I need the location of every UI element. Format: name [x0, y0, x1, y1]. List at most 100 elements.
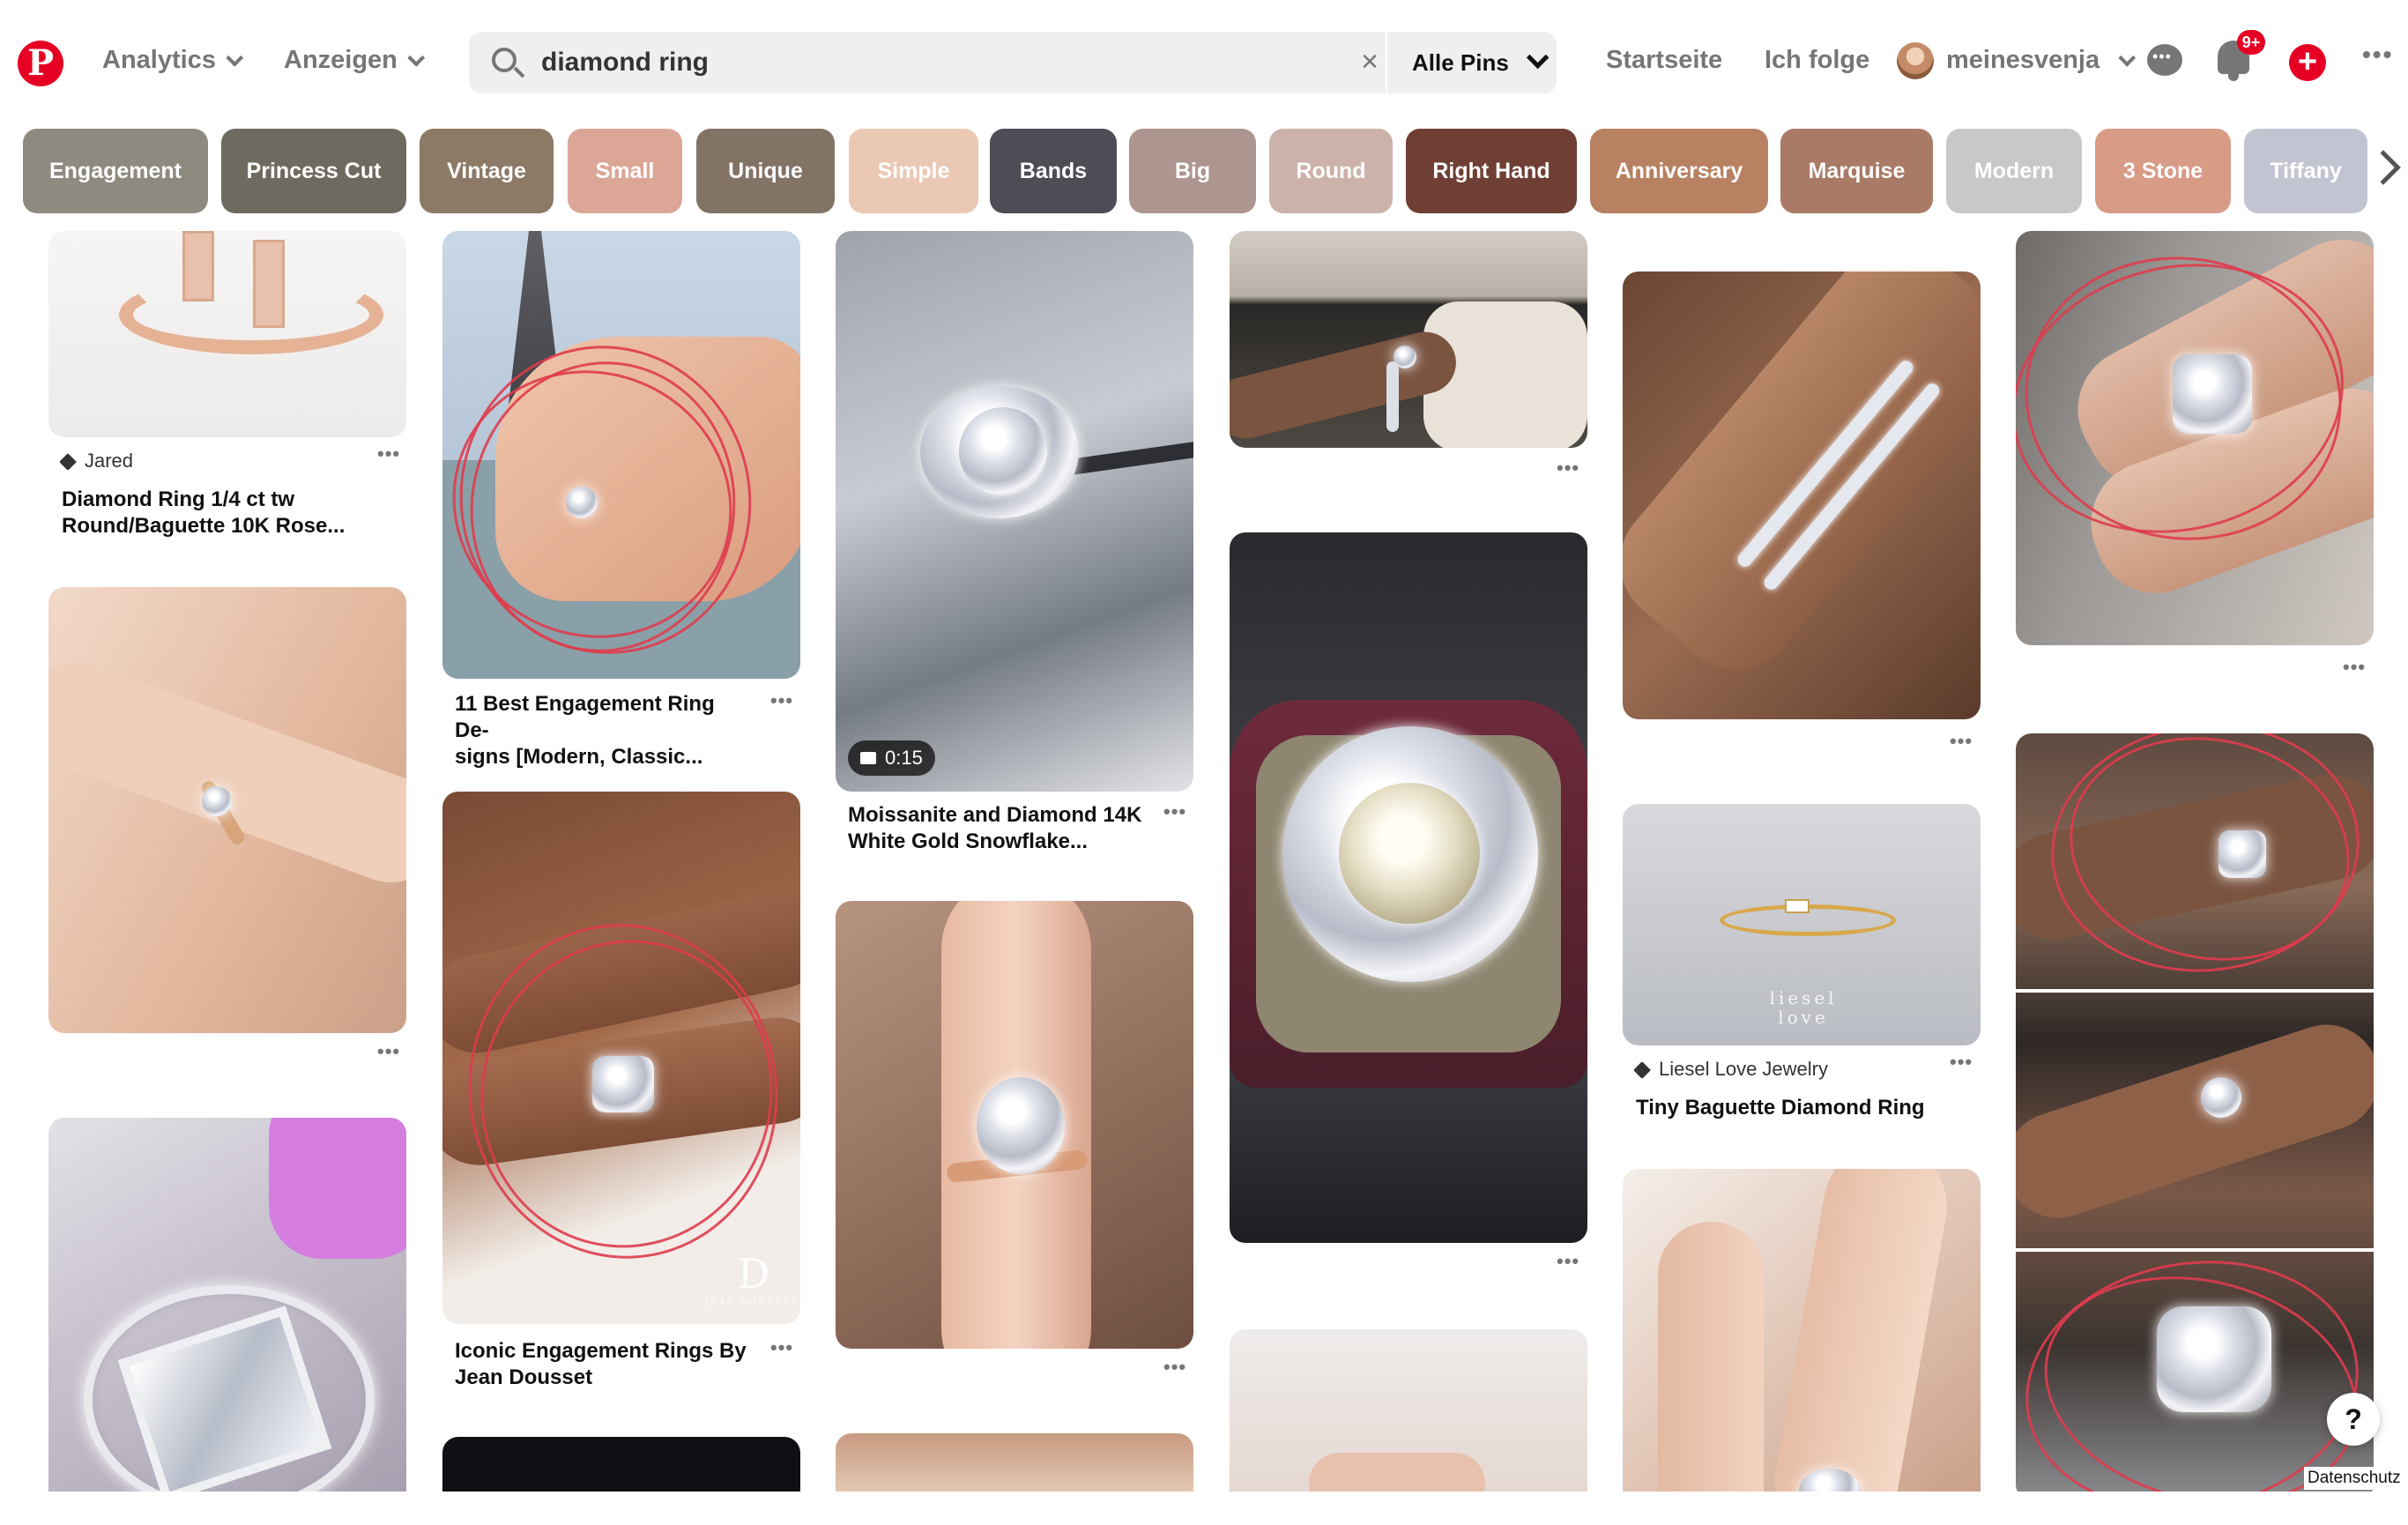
search-input[interactable]: diamond ring: [541, 48, 709, 78]
pin-source[interactable]: Jared: [59, 450, 133, 472]
chevron-down-icon: [1526, 46, 1550, 70]
pin-title[interactable]: 11 Best Engagement Ring De- signs [Moder…: [455, 691, 754, 770]
chip-modern[interactable]: Modern: [1946, 129, 2082, 213]
chip-marquise[interactable]: Marquise: [1780, 129, 1933, 213]
pin-more-button[interactable]: •••: [377, 1040, 400, 1063]
pin-image-vintage-halo[interactable]: [1230, 532, 1587, 1243]
pin-image-moissanite[interactable]: 0:15: [836, 231, 1193, 792]
pin-more-button[interactable]: •••: [1557, 457, 1579, 480]
pin-image-rose-ring[interactable]: [836, 901, 1193, 1349]
pin-image-finger-ring[interactable]: [1623, 1169, 1981, 1492]
pin-title-line: signs [Modern, Classic...: [455, 745, 703, 769]
pin-more-button[interactable]: •••: [770, 1336, 793, 1359]
pin-more-button[interactable]: •••: [1163, 800, 1186, 823]
chip-simple[interactable]: Simple: [849, 129, 978, 213]
analytics-menu[interactable]: Analytics: [102, 46, 244, 75]
chip-right-hand[interactable]: Right Hand: [1406, 129, 1577, 213]
chip-big[interactable]: Big: [1129, 129, 1256, 213]
pin-title-line: Jean Dousset: [455, 1365, 593, 1389]
messages-icon[interactable]: [2147, 44, 2182, 76]
collage-divider: [2016, 989, 2374, 993]
clear-search-button[interactable]: ×: [1350, 42, 1389, 81]
chip-unique[interactable]: Unique: [696, 129, 835, 213]
finger: [1309, 1453, 1485, 1492]
pin-title-line: Iconic Engagement Rings By: [455, 1339, 747, 1363]
pin-title[interactable]: Moissanite and Diamond 14K White Gold Sn…: [848, 802, 1165, 855]
pin-image-cushion-halo[interactable]: [2016, 231, 2374, 645]
diamond: [202, 786, 232, 816]
pin-more-button[interactable]: •••: [2343, 656, 2366, 679]
marquise-cluster-diamond: [977, 1077, 1065, 1174]
create-pin-button[interactable]: +: [2289, 44, 2326, 81]
tag-icon: [1633, 1061, 1651, 1080]
finger: [2016, 1010, 2374, 1232]
search-bar[interactable]: diamond ring × Alle Pins: [469, 32, 1557, 93]
pin-filter-label: Alle Pins: [1412, 49, 1509, 76]
pin-image-partial[interactable]: [1230, 1329, 1587, 1492]
baguette-stone: [1785, 899, 1810, 913]
chip-princess-cut[interactable]: Princess Cut: [221, 129, 406, 213]
more-options-icon[interactable]: •••: [2362, 41, 2393, 69]
avatar[interactable]: [1897, 42, 1934, 79]
center-moissanite: [959, 407, 1047, 495]
pin-more-button[interactable]: •••: [1950, 730, 1973, 753]
pin-title[interactable]: Tiny Baguette Diamond Ring: [1636, 1095, 1971, 1121]
collage-divider: [2016, 1248, 2374, 1252]
chip-anniversary[interactable]: Anniversary: [1590, 129, 1768, 213]
pin-more-button[interactable]: •••: [770, 689, 793, 712]
pin-image-partial[interactable]: [836, 1433, 1193, 1492]
pin-title[interactable]: Iconic Engagement Rings By Jean Dousset: [455, 1338, 772, 1391]
search-icon: [492, 48, 517, 72]
video-camera-icon: [860, 752, 876, 764]
pin-image-eiffel[interactable]: [442, 231, 800, 679]
watermark-text: liesel: [1769, 987, 1838, 1008]
chevron-right-icon[interactable]: [2366, 150, 2401, 185]
help-button[interactable]: ?: [2327, 1393, 2380, 1446]
pin-image-dousset[interactable]: D JEAN DOUSSET: [442, 792, 800, 1324]
chevron-down-icon: [407, 48, 426, 67]
pin-image-collage[interactable]: [2016, 733, 2374, 1492]
pave-band: [1386, 361, 1399, 432]
search-divider: [1386, 32, 1387, 93]
pin-title[interactable]: Diamond Ring 1/4 ct tw Round/Baguette 10…: [62, 487, 397, 539]
baguette-stone: [182, 231, 214, 301]
following-link[interactable]: Ich folge: [1765, 46, 1869, 75]
pinterest-logo-icon[interactable]: P: [18, 41, 63, 86]
pin-title-line: 11 Best Engagement Ring De-: [455, 692, 715, 742]
chip-round[interactable]: Round: [1269, 129, 1393, 213]
pin-image-liesel[interactable]: liesel love: [1623, 804, 1981, 1045]
pin-image-wedding-set[interactable]: [1230, 231, 1587, 448]
chip-tiffany[interactable]: Tiffany: [2244, 129, 2367, 213]
pin-more-button[interactable]: •••: [1950, 1051, 1973, 1074]
ads-label: Anzeigen: [284, 46, 398, 74]
finger: [1765, 1169, 1957, 1492]
chip-small[interactable]: Small: [568, 129, 682, 213]
watermark-text: love: [1778, 1007, 1829, 1028]
chip-engagement[interactable]: Engagement: [23, 129, 208, 213]
analytics-label: Analytics: [102, 46, 216, 74]
pin-image-jared[interactable]: [48, 231, 406, 437]
watermark-text: JEAN DOUSSET: [704, 1298, 799, 1307]
chip-3-stone[interactable]: 3 Stone: [2095, 129, 2231, 213]
pin-more-button[interactable]: •••: [1557, 1250, 1579, 1273]
pin-image-partial[interactable]: [442, 1437, 800, 1492]
pin-title-line: Diamond Ring 1/4 ct tw: [62, 487, 295, 511]
pin-more-button[interactable]: •••: [1163, 1356, 1186, 1379]
pin-image-eternity-bands[interactable]: [1623, 272, 1981, 719]
pin-image-emerald-ring[interactable]: [48, 1118, 406, 1492]
pin-grid: Jared ••• Diamond Ring 1/4 ct tw Round/B…: [0, 231, 2408, 1492]
tag-icon: [59, 453, 77, 472]
ads-menu[interactable]: Anzeigen: [284, 46, 426, 75]
pin-source[interactable]: Liesel Love Jewelry: [1633, 1058, 1828, 1081]
chip-vintage[interactable]: Vintage: [420, 129, 554, 213]
pin-title-line: White Gold Snowflake...: [848, 829, 1089, 853]
privacy-link[interactable]: Datenschutz: [2304, 1467, 2404, 1490]
home-link[interactable]: Startseite: [1606, 46, 1722, 75]
pin-filter-dropdown[interactable]: Alle Pins: [1412, 46, 1550, 77]
pin-more-button[interactable]: •••: [377, 443, 400, 465]
watermark-letter: D: [737, 1250, 770, 1298]
pin-image-hand-ring[interactable]: [48, 587, 406, 1033]
profile-menu[interactable]: meinesvenja: [1946, 46, 2137, 75]
baguette-stone: [253, 240, 285, 328]
chip-bands[interactable]: Bands: [990, 129, 1117, 213]
